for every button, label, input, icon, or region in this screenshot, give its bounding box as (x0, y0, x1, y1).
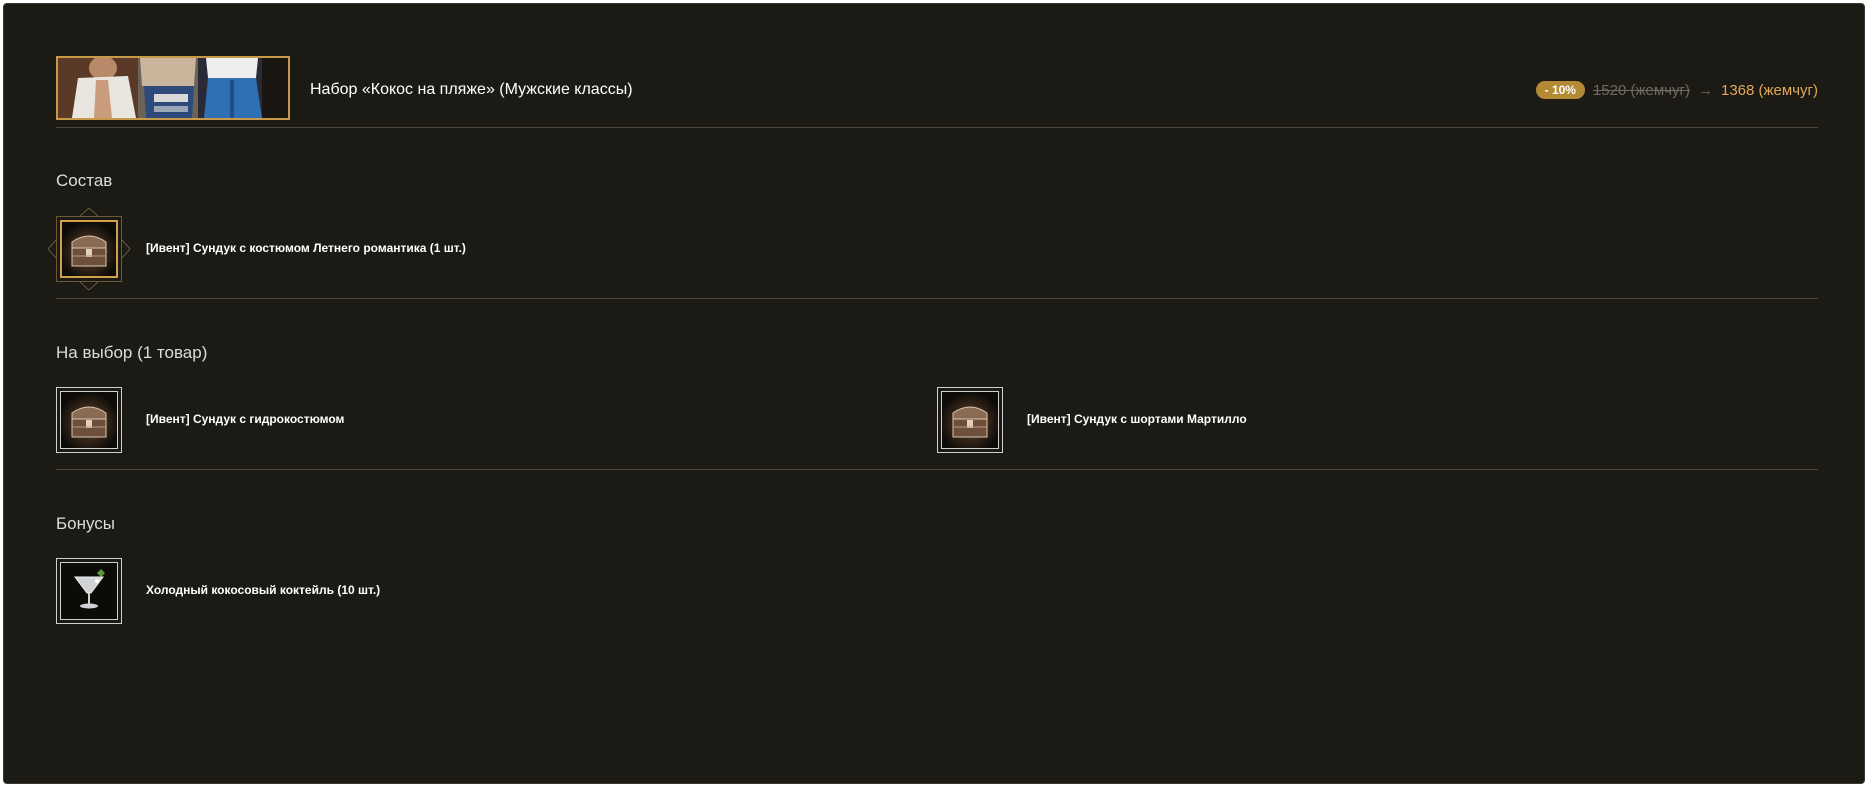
section-title-composition: Состав (56, 171, 113, 190)
chest-icon (942, 392, 998, 448)
divider (56, 298, 1818, 299)
old-price: 1520 (жемчуг) (1592, 81, 1690, 99)
cocktail-icon (61, 563, 117, 619)
section-title-choice: На выбор (1 товар) (56, 343, 208, 362)
divider (56, 469, 1818, 470)
price-box: - 10% 1520 (жемчуг) → 1368 (жемчуг) (1535, 81, 1818, 99)
section-title-bonuses: Бонусы (56, 514, 116, 533)
new-price: 1368 (жемчуг) (1720, 81, 1818, 99)
composition-item[interactable]: [Ивент] Сундук с костюмом Летнего романт… (47, 207, 656, 291)
pack-header: Набор «Кокос на пляже» (Мужские классы) … (56, 56, 1818, 123)
chest-icon (61, 392, 117, 448)
item-label: [Ивент] Сундук с шортами Мартилло (1027, 412, 1247, 426)
discount-badge: - 10% (1535, 81, 1585, 99)
price-arrow: → (1697, 81, 1713, 99)
choice-item[interactable]: [Ивент] Сундук с шортами Мартилло (937, 387, 1537, 453)
item-frame (56, 387, 122, 453)
pack-panel: Набор «Кокос на пляже» (Мужские классы) … (3, 3, 1865, 784)
bonus-item[interactable]: Холодный кокосовый коктейль (10 шт.) (56, 558, 656, 624)
pack-title: Набор «Кокос на пляже» (Мужские классы) (310, 81, 633, 98)
item-frame (56, 216, 122, 282)
pack-banner-image (56, 56, 290, 120)
divider (56, 127, 1818, 128)
item-label: [Ивент] Сундук с костюмом Летнего романт… (146, 241, 466, 255)
item-frame (937, 387, 1003, 453)
item-label: [Ивент] Сундук с гидрокостюмом (146, 412, 345, 426)
chest-icon (62, 222, 116, 276)
item-label: Холодный кокосовый коктейль (10 шт.) (146, 583, 381, 597)
choice-item[interactable]: [Ивент] Сундук с гидрокостюмом (56, 387, 656, 453)
item-frame (56, 558, 122, 624)
